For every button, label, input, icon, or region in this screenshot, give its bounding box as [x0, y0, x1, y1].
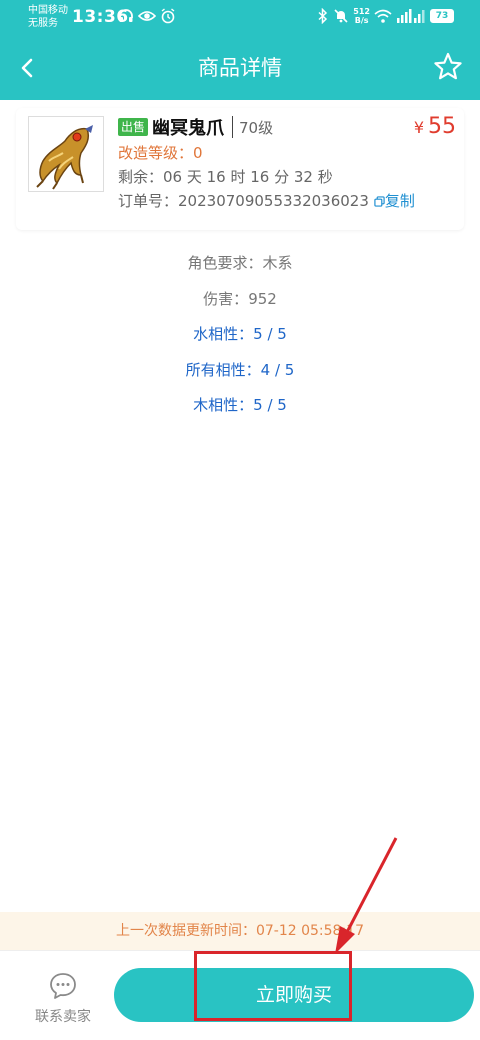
carrier-name: 中国移动 [28, 5, 68, 16]
status-left-icons [118, 8, 176, 24]
net-speed-unit: B/s [354, 16, 369, 25]
item-thumbnail [28, 116, 104, 192]
item-level: 70级 [239, 118, 274, 137]
attribute-row: 水相性：5 / 5 [0, 317, 480, 353]
attribute-row: 伤害：952 [0, 282, 480, 318]
order-label: 订单号： [118, 192, 179, 210]
copy-label: 复制 [384, 192, 415, 210]
copy-button[interactable]: 复制 [371, 192, 415, 210]
refine-label: 改造等级： [118, 144, 194, 162]
carrier-info: 中国移动 无服务 [28, 4, 68, 30]
signal-icon [397, 9, 425, 23]
contact-seller-label: 联系卖家 [35, 1009, 91, 1025]
attribute-row: 所有相性：4 / 5 [0, 353, 480, 389]
star-icon[interactable] [432, 51, 464, 83]
item-price: ¥55 [414, 114, 456, 139]
wifi-icon [374, 9, 392, 23]
title-row: 出售 幽冥鬼爪 70级 [118, 114, 458, 140]
title-divider [232, 116, 234, 138]
status-bar: 中国移动 无服务 13:36 512 B/s 73 [0, 0, 480, 36]
attribute-value: 952 [248, 289, 277, 308]
chat-bubble-icon [50, 973, 76, 999]
buy-now-button[interactable]: 立即购买 [114, 968, 474, 1022]
order-value: 20230709055332036023 [178, 192, 369, 210]
sell-badge: 出售 [118, 118, 149, 136]
attribute-label: 水相性： [193, 325, 254, 343]
attribute-label: 木相性： [193, 396, 254, 414]
battery-indicator: 73 [430, 9, 454, 23]
eye-icon [138, 11, 156, 21]
item-name: 幽冥鬼爪 [152, 118, 225, 139]
price-value: 55 [428, 114, 456, 139]
remaining-time: 剩余：06 天 16 时 16 分 32 秒 [118, 165, 458, 189]
refine-value: 0 [193, 144, 203, 162]
attribute-label: 伤害： [203, 289, 249, 308]
price-symbol: ¥ [413, 118, 424, 137]
attribute-value: 4 / 5 [260, 360, 295, 379]
attribute-value: 5 / 5 [253, 325, 287, 343]
product-detail-page: 中国移动 无服务 13:36 512 B/s 73 商品详情 出售 幽冥鬼爪 7… [0, 0, 480, 1040]
status-right-icons: 512 B/s 73 [317, 7, 454, 25]
product-card: 出售 幽冥鬼爪 70级 改造等级：0 剩余：06 天 16 时 16 分 32 … [16, 108, 464, 230]
bluetooth-icon [318, 8, 328, 24]
copy-icon [374, 196, 385, 207]
last-update-bar: 上一次数据更新时间：07-12 05:58:17 [0, 912, 480, 950]
claw-weapon-icon [36, 125, 93, 190]
attribute-value: 5 / 5 [253, 396, 287, 414]
remaining-value: 06 天 16 时 16 分 32 秒 [163, 168, 333, 186]
attribute-row: 角色要求：木系 [0, 246, 480, 282]
attribute-list: 角色要求：木系 伤害：952 水相性：5 / 5 所有相性：4 / 5 木相性：… [0, 246, 480, 424]
alarm-icon [161, 8, 175, 24]
app-header: 商品详情 [0, 36, 480, 100]
attribute-label: 所有相性： [185, 360, 261, 379]
order-number: 订单号：20230709055332036023 复制 [118, 189, 458, 213]
net-speed: 512 B/s [353, 7, 370, 25]
product-info: 出售 幽冥鬼爪 70级 改造等级：0 剩余：06 天 16 时 16 分 32 … [118, 114, 458, 213]
attribute-label: 角色要求： [187, 254, 263, 272]
mute-icon [334, 9, 348, 23]
remaining-label: 剩余： [118, 168, 164, 186]
net-speed-value: 512 [353, 7, 370, 16]
page-title: 商品详情 [198, 56, 282, 80]
contact-seller-button[interactable]: 联系卖家 [22, 971, 104, 1026]
attribute-row: 木相性：5 / 5 [0, 388, 480, 424]
carrier-status: 无服务 [28, 18, 58, 29]
attribute-value: 木系 [262, 254, 293, 272]
headphones-icon [119, 9, 133, 22]
gesture-bar [0, 1036, 480, 1040]
bottom-action-bar: 联系卖家 立即购买 [0, 950, 480, 1040]
refine-level: 改造等级：0 [118, 141, 458, 165]
